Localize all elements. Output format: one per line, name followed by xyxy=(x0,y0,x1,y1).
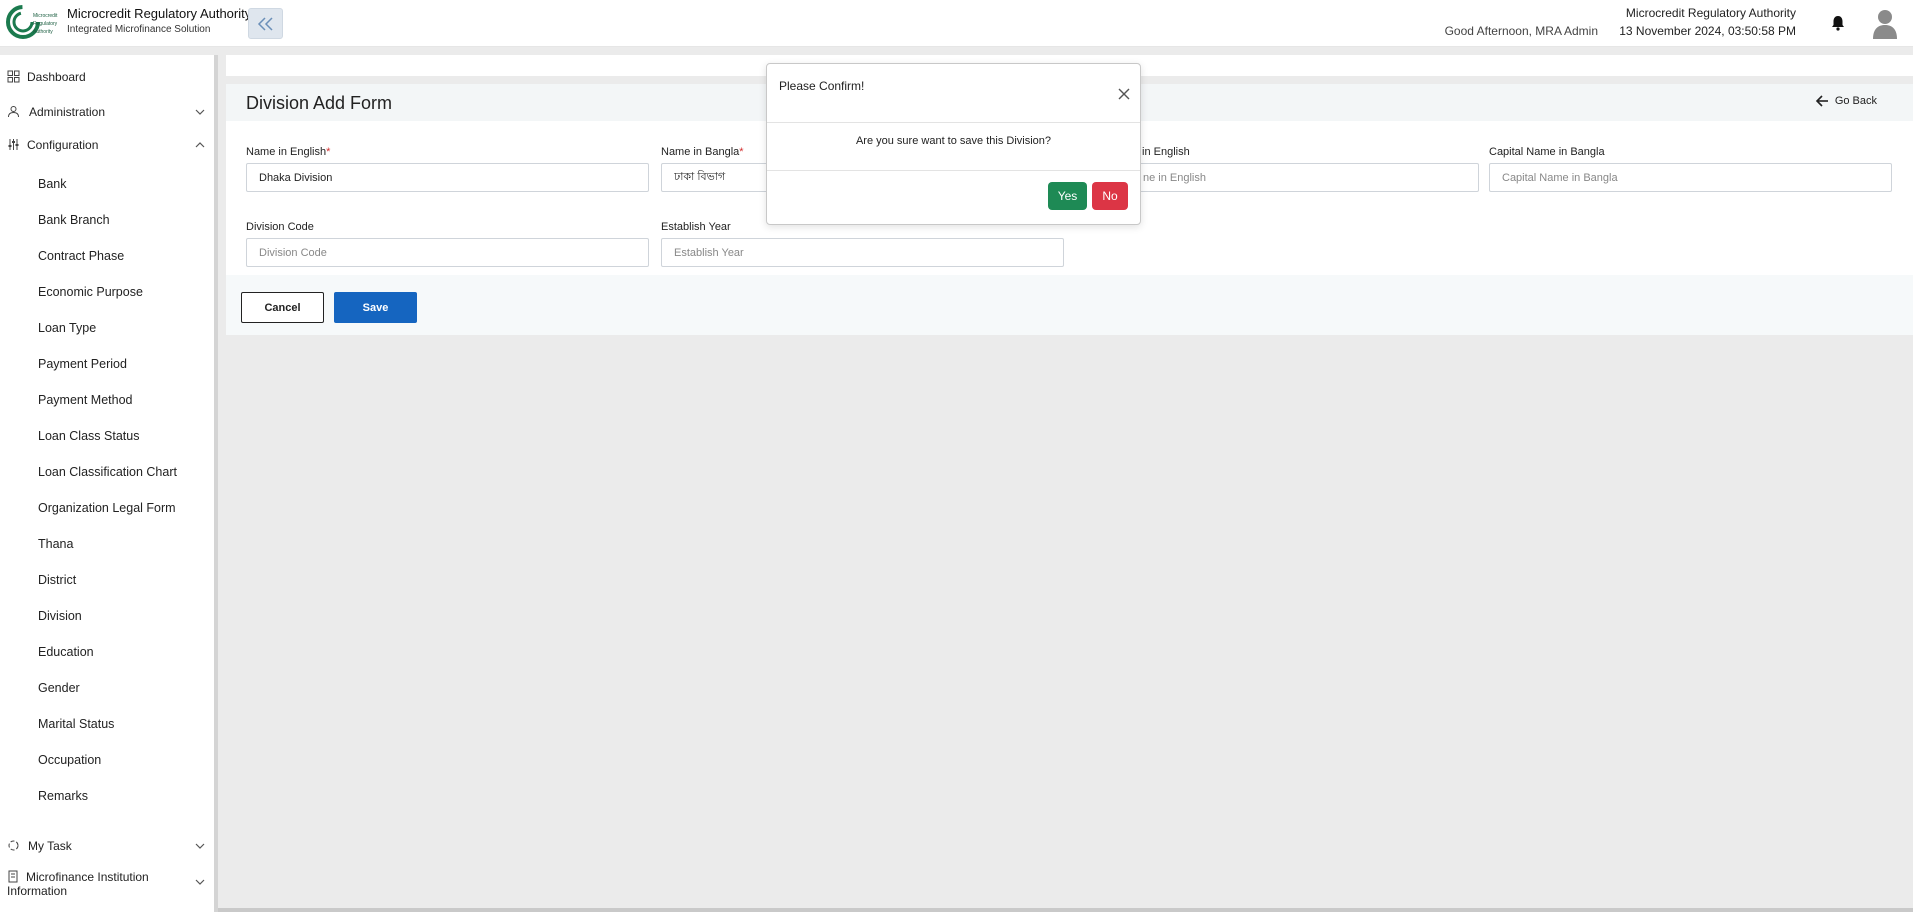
sidebar-subitem-occupation[interactable]: Occupation xyxy=(38,753,101,767)
go-back-link[interactable]: Go Back xyxy=(1815,95,1877,107)
document-icon xyxy=(8,870,18,883)
capital-bn-label: Capital Name in Bangla xyxy=(1489,146,1605,158)
sidebar-subitem-loan-type[interactable]: Loan Type xyxy=(38,321,96,335)
sidebar-item-label: Microfinance Institution Information xyxy=(7,870,149,898)
sidebar-subitem-bank-branch[interactable]: Bank Branch xyxy=(38,213,110,227)
sidebar-subitem-gender[interactable]: Gender xyxy=(38,681,80,695)
sliders-icon xyxy=(8,139,19,150)
dialog-message: Are you sure want to save this Division? xyxy=(855,135,1052,147)
sidebar-subitem-division[interactable]: Division xyxy=(38,609,82,623)
go-back-label: Go Back xyxy=(1834,95,1877,107)
sidebar-subitem-loan-class-status[interactable]: Loan Class Status xyxy=(38,429,139,443)
organization-name: Microcredit Regulatory Authority xyxy=(1625,6,1796,20)
dialog-divider xyxy=(767,170,1140,171)
double-chevron-left-icon xyxy=(257,16,273,31)
svg-text:Regulatory: Regulatory xyxy=(33,21,58,27)
sidebar-subitem-remarks[interactable]: Remarks xyxy=(38,789,88,803)
capital-en-label: in English xyxy=(1142,146,1190,158)
sidebar-subitem-economic-purpose[interactable]: Economic Purpose xyxy=(38,285,143,299)
grid-icon xyxy=(7,70,20,83)
sidebar-subitem-organization-legal-form[interactable]: Organization Legal Form xyxy=(38,501,176,515)
capital-bn-input[interactable] xyxy=(1489,163,1892,192)
sidebar-item-label: Configuration xyxy=(27,138,99,152)
svg-text:Authority: Authority xyxy=(33,29,53,35)
division-code-label: Division Code xyxy=(246,221,314,233)
dialog-divider xyxy=(767,122,1140,123)
sidebar-subitem-payment-method[interactable]: Payment Method xyxy=(38,393,133,407)
chevron-up-icon xyxy=(195,142,205,148)
chevron-down-icon xyxy=(195,879,205,885)
establish-year-label: Establish Year xyxy=(661,221,731,233)
bottom-scrollbar[interactable] xyxy=(218,908,1913,912)
confirm-dialog: Please Confirm! Are you sure want to sav… xyxy=(766,63,1141,225)
user-greeting: Good Afternoon, MRA Admin xyxy=(1444,24,1598,38)
current-datetime: 13 November 2024, 03:50:58 PM xyxy=(1619,24,1796,38)
sidebar-item-configuration[interactable]: Configuration xyxy=(0,132,214,158)
chevron-down-icon xyxy=(195,843,205,849)
cancel-button[interactable]: Cancel xyxy=(241,292,324,323)
sidebar-subitem-marital-status[interactable]: Marital Status xyxy=(38,717,114,731)
user-avatar-icon[interactable] xyxy=(1871,8,1899,40)
mra-logo: Microcredit Regulatory Authority xyxy=(6,5,58,39)
name-bn-label: Name in Bangla* xyxy=(661,146,744,158)
app-title: Microcredit Regulatory Authority xyxy=(67,6,252,21)
refresh-icon xyxy=(8,840,19,851)
top-header: Microcredit Regulatory Authority Microcr… xyxy=(0,0,1913,47)
name-en-label: Name in English* xyxy=(246,146,331,158)
division-code-input[interactable] xyxy=(246,238,649,267)
sidebar-collapse-button[interactable] xyxy=(248,8,283,39)
sidebar-item-label: Administration xyxy=(29,105,106,119)
sidebar-subitem-contract-phase[interactable]: Contract Phase xyxy=(38,249,124,263)
sidebar-subitem-education[interactable]: Education xyxy=(38,645,94,659)
sidebar-item-my-task[interactable]: My Task xyxy=(0,833,214,859)
sidebar-subitem-bank[interactable]: Bank xyxy=(38,177,67,191)
sidebar-item-administration[interactable]: Administration xyxy=(0,99,214,125)
close-icon[interactable] xyxy=(1117,87,1131,101)
app-subtitle: Integrated Microfinance Solution xyxy=(67,24,211,35)
no-button[interactable]: No xyxy=(1092,182,1128,210)
sidebar-item-label: Dashboard xyxy=(27,70,86,84)
arrow-left-icon xyxy=(1815,95,1828,107)
establish-year-input[interactable] xyxy=(661,238,1064,267)
sidebar-subitem-district[interactable]: District xyxy=(38,573,76,587)
chevron-down-icon xyxy=(195,109,205,115)
admin-icon xyxy=(8,106,19,118)
sidebar-item-dashboard[interactable]: Dashboard xyxy=(0,64,214,90)
sidebar: Dashboard Administration Configuration B… xyxy=(0,55,214,912)
page-title: Division Add Form xyxy=(246,93,393,113)
sidebar-item-label: My Task xyxy=(28,839,72,853)
svg-text:Microcredit: Microcredit xyxy=(33,13,58,19)
form-actions: Cancel Save xyxy=(226,275,1913,335)
sidebar-item-mfi-info[interactable]: Microfinance Institution Information xyxy=(7,870,207,898)
save-button[interactable]: Save xyxy=(334,292,417,323)
sidebar-scrollbar[interactable] xyxy=(214,55,218,912)
sidebar-subitem-loan-classification-chart[interactable]: Loan Classification Chart xyxy=(38,465,177,479)
sidebar-subitem-thana[interactable]: Thana xyxy=(38,537,73,551)
sidebar-subitem-payment-period[interactable]: Payment Period xyxy=(38,357,127,371)
bell-icon[interactable] xyxy=(1829,14,1847,32)
dialog-title: Please Confirm! xyxy=(779,79,865,93)
yes-button[interactable]: Yes xyxy=(1048,182,1087,210)
name-en-input[interactable] xyxy=(246,163,649,192)
